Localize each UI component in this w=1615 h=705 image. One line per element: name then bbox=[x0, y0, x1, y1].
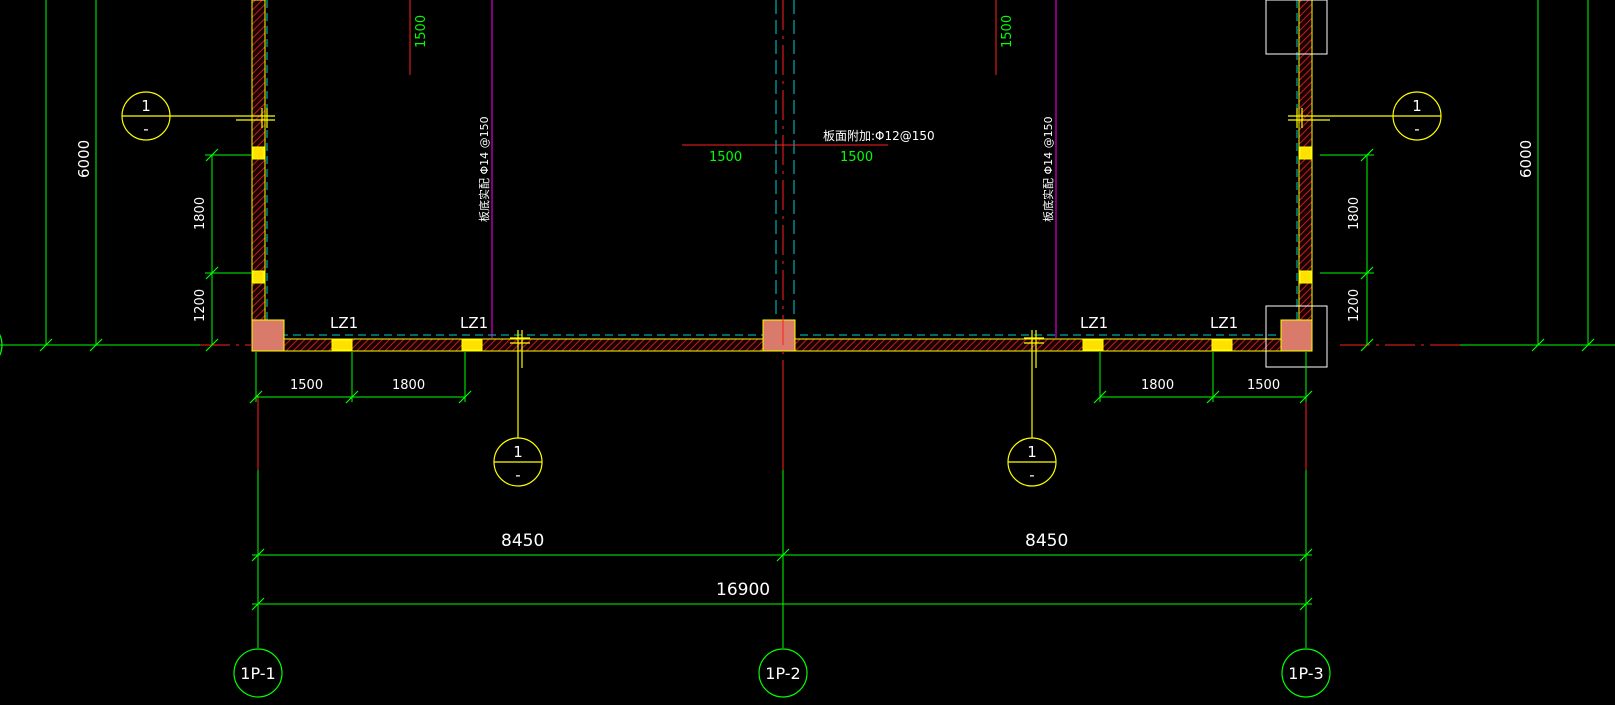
rebar-center-left-len: 1500 bbox=[709, 150, 742, 165]
right-wall bbox=[1298, 0, 1313, 351]
lintel-bottom-2 bbox=[461, 339, 483, 351]
dim-span-right: 8450 bbox=[1025, 531, 1068, 551]
section-marker-top: 1 bbox=[1027, 443, 1037, 461]
lintel-left-1 bbox=[252, 146, 265, 160]
rebar-labels: 板面附加:Φ12@150 1500 1500 1500 1500 板底实配 Φ1… bbox=[414, 15, 1055, 222]
section-marker-bottom: - bbox=[515, 466, 520, 484]
lintel-label: LZ1 bbox=[330, 314, 358, 332]
dim-right-vert-1800: 1800 bbox=[1347, 197, 1362, 230]
lintel-bottom-3 bbox=[1082, 339, 1104, 351]
grid-bubbles bbox=[0, 333, 1331, 698]
rebar-right-vertical-label: 板底实配 Φ14 @150 bbox=[1041, 116, 1055, 222]
section-marker-bottom: - bbox=[1414, 120, 1419, 138]
walls bbox=[251, 0, 1313, 352]
section-markers bbox=[121, 91, 1442, 487]
section-marker-text: 1 - 1 - 1 - 1 - bbox=[141, 97, 1422, 484]
dim-span-left: 8450 bbox=[501, 531, 544, 551]
dim-left-height: 6000 bbox=[75, 140, 93, 178]
dimension-lines bbox=[0, 0, 1615, 611]
lintel-label: LZ1 bbox=[1080, 314, 1108, 332]
dim-right-height: 6000 bbox=[1517, 140, 1535, 178]
dim-right-1500: 1500 bbox=[1247, 378, 1280, 393]
section-marker-bottom-left[interactable] bbox=[493, 330, 543, 487]
section-marker-top: 1 bbox=[513, 443, 523, 461]
rebar-lines bbox=[409, 0, 997, 146]
rebar-left-top-len: 1500 bbox=[414, 15, 429, 48]
cad-drawing-canvas[interactable]: LZ1 LZ1 LZ1 LZ1 板面附加:Φ12@150 1500 1500 1… bbox=[0, 0, 1615, 705]
lintel-bottom-4 bbox=[1211, 339, 1233, 351]
lintel-bottom-1 bbox=[331, 339, 353, 351]
rebar-left-vertical-label: 板底实配 Φ14 @150 bbox=[477, 116, 491, 222]
section-marker-bottom-right[interactable] bbox=[1007, 330, 1057, 487]
magenta-lines bbox=[491, 0, 1057, 338]
lintel-right-2 bbox=[1299, 270, 1312, 284]
dim-right-1800: 1800 bbox=[1141, 378, 1174, 393]
lintel-label: LZ1 bbox=[1210, 314, 1238, 332]
rebar-center-label: 板面附加:Φ12@150 bbox=[823, 129, 935, 143]
section-marker-bottom: - bbox=[1029, 466, 1034, 484]
dim-left-vert-1200: 1200 bbox=[193, 289, 208, 322]
section-marker-top: 1 bbox=[1412, 97, 1422, 115]
lintel-right-1 bbox=[1299, 146, 1312, 160]
left-wall bbox=[251, 0, 266, 351]
dim-left-1800: 1800 bbox=[392, 378, 425, 393]
grid-label-1p-2: 1P-2 bbox=[765, 664, 800, 683]
grid-label-1p-1: 1P-1 bbox=[240, 664, 275, 683]
grid-label-1p-3: 1P-3 bbox=[1288, 664, 1323, 683]
rebar-right-top-len: 1500 bbox=[1000, 15, 1015, 48]
lintel-label: LZ1 bbox=[460, 314, 488, 332]
grid-labels: 1P-1 1P-2 1P-3 bbox=[240, 664, 1323, 683]
dim-right-vert-1200: 1200 bbox=[1347, 289, 1362, 322]
axis-lines bbox=[200, 0, 1460, 648]
rebar-center-right-len: 1500 bbox=[840, 150, 873, 165]
dimension-text: 8450 8450 16900 1500 1800 1800 1500 1800… bbox=[75, 140, 1535, 600]
section-marker-bottom: - bbox=[143, 120, 148, 138]
column-left bbox=[251, 319, 285, 352]
section-marker-top: 1 bbox=[141, 97, 151, 115]
column-right bbox=[1280, 319, 1313, 352]
dim-total: 16900 bbox=[716, 580, 770, 600]
column-center bbox=[762, 319, 796, 352]
dim-left-1500: 1500 bbox=[290, 378, 323, 393]
lintel-left-2 bbox=[252, 270, 265, 284]
columns bbox=[251, 0, 1328, 368]
dim-left-vert-1800: 1800 bbox=[193, 197, 208, 230]
